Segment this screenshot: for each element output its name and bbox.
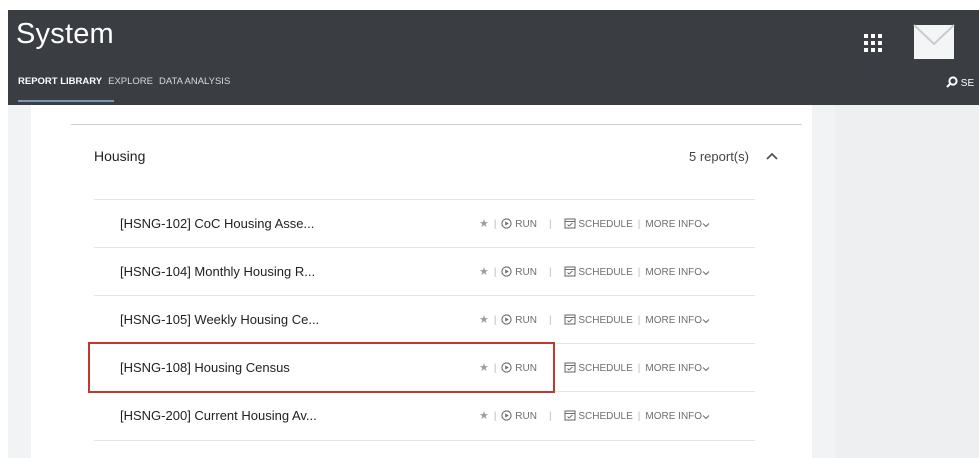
run-label: RUN (515, 267, 537, 278)
housing-section: Housing 5 report(s) [HSNG-102] CoC Housi… (31, 105, 812, 458)
search-button[interactable]: SE (946, 76, 974, 89)
report-name[interactable]: [HSNG-102] CoC Housing Asse... (120, 216, 314, 231)
more-info-label: MORE INFO (645, 267, 703, 278)
report-name[interactable]: [HSNG-104] Monthly Housing R... (120, 264, 315, 279)
calendar-icon (563, 362, 576, 373)
row-actions: ★| RUN| SCHEDULE|MORE INFO (479, 265, 710, 278)
app-title: System (16, 18, 114, 50)
favorite-star-icon[interactable]: ★ (479, 314, 489, 326)
highlight-box (88, 342, 555, 393)
play-circle-icon (501, 314, 513, 325)
report-row: [HSNG-102] CoC Housing Asse... ★ | RUN | S… (94, 199, 755, 248)
chevron-up-icon[interactable] (765, 151, 779, 161)
play-circle-icon (501, 218, 513, 229)
report-row: [HSNG-105] Weekly Housing Ce... ★ | RUN | … (94, 295, 755, 344)
favorite-star-icon[interactable]: ★ (479, 218, 489, 230)
more-info-button[interactable]: MORE INFO (645, 219, 710, 230)
play-circle-icon (501, 410, 513, 421)
schedule-button[interactable]: SCHEDULE (563, 314, 633, 326)
more-info-label: MORE INFO (645, 363, 703, 374)
calendar-icon (563, 218, 576, 229)
more-info-label: MORE INFO (645, 411, 703, 422)
chevron-down-icon (702, 271, 710, 276)
calendar-icon (563, 314, 576, 325)
chevron-down-icon (702, 367, 710, 372)
more-info-button[interactable]: MORE INFO (645, 411, 710, 422)
nav-report-library[interactable]: REPORT LIBRARY (18, 76, 102, 87)
report-name[interactable]: [HSNG-105] Weekly Housing Ce... (120, 312, 319, 327)
report-row: [HSNG-200] Current Housing Av... ★ | RUN |… (94, 391, 755, 441)
chevron-down-icon (702, 319, 710, 324)
row-actions: ★| RUN| SCHEDULE|MORE INFO (479, 409, 710, 422)
search-label: SE (960, 78, 975, 89)
schedule-button[interactable]: SCHEDULE (563, 218, 633, 230)
more-info-label: MORE INFO (645, 219, 703, 230)
run-button[interactable]: RUN (501, 218, 537, 230)
run-label: RUN (515, 411, 537, 422)
apps-grid-icon[interactable] (863, 33, 883, 53)
more-info-label: MORE INFO (645, 315, 703, 326)
section-title: Housing (94, 148, 146, 164)
schedule-label: SCHEDULE (578, 411, 633, 422)
right-panel (835, 105, 979, 458)
schedule-button[interactable]: SCHEDULE (563, 266, 633, 278)
nav-explore[interactable]: EXPLORE (108, 76, 153, 87)
run-label: RUN (515, 219, 537, 230)
mail-icon[interactable] (913, 24, 955, 60)
calendar-icon (563, 266, 576, 277)
active-tab-underline (18, 100, 114, 102)
top-bar: System REPORT LIBRARY EXPLORE DATA ANALYSI… (8, 10, 979, 105)
report-count[interactable]: 5 report(s) (689, 149, 749, 164)
more-info-button[interactable]: MORE INFO (645, 267, 710, 278)
favorite-star-icon[interactable]: ★ (479, 410, 489, 422)
run-button[interactable]: RUN (501, 266, 537, 278)
run-button[interactable]: RUN (501, 314, 537, 326)
row-actions: ★| RUN| SCHEDULE|MORE INFO (479, 217, 710, 230)
search-icon (946, 76, 958, 88)
run-label: RUN (515, 315, 537, 326)
more-info-button[interactable]: MORE INFO (645, 363, 710, 374)
play-circle-icon (501, 266, 513, 277)
schedule-button[interactable]: SCHEDULE (563, 410, 633, 422)
schedule-label: SCHEDULE (578, 267, 633, 278)
favorite-star-icon[interactable]: ★ (479, 266, 489, 278)
calendar-icon (563, 410, 576, 421)
chevron-down-icon (702, 415, 710, 420)
report-row: [HSNG-104] Monthly Housing R... ★ | RUN | … (94, 247, 755, 296)
run-button[interactable]: RUN (501, 410, 537, 422)
schedule-label: SCHEDULE (578, 315, 633, 326)
report-name[interactable]: [HSNG-200] Current Housing Av... (120, 408, 317, 423)
nav-data-analysis[interactable]: DATA ANALYSIS (159, 76, 230, 87)
main-nav: REPORT LIBRARY EXPLORE DATA ANALYSIS (18, 76, 236, 87)
chevron-down-icon (702, 223, 710, 228)
row-actions: ★| RUN| SCHEDULE|MORE INFO (479, 313, 710, 326)
schedule-label: SCHEDULE (578, 363, 633, 374)
schedule-button[interactable]: SCHEDULE (563, 362, 633, 374)
schedule-label: SCHEDULE (578, 219, 633, 230)
more-info-button[interactable]: MORE INFO (645, 315, 710, 326)
